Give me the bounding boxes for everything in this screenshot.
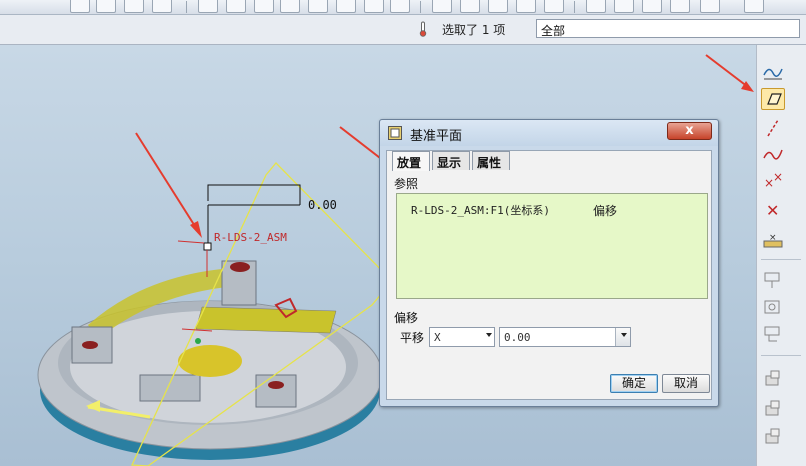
references-label: 参照 [394,177,419,191]
datum-curve-icon[interactable] [761,61,785,83]
assembly-b-icon[interactable] [761,397,785,419]
dialog-titlebar[interactable]: 基准平面 x [380,120,718,146]
thermometer-icon [419,21,427,37]
datum-plane-icon [767,93,782,105]
datum-point-icon[interactable]: ×× [761,171,785,193]
chevron-down-icon [621,333,627,337]
toolbar-button[interactable] [744,0,764,13]
toolbar-divider [420,1,421,13]
toolbar-button[interactable] [124,0,144,13]
selection-filter-value: 全部 [541,24,566,38]
toolbar-button[interactable] [152,0,172,13]
assembly-c-icon[interactable] [761,425,785,447]
svg-text:×: × [773,171,783,184]
toolbar-button[interactable] [70,0,90,13]
toolbar-button[interactable] [700,0,720,13]
toolbar-divider [574,1,575,13]
offset-value-dropdown[interactable] [615,328,630,346]
toolbar-button[interactable] [614,0,634,13]
toolbar-button[interactable] [642,0,662,13]
toolbar-divider [761,355,801,356]
feature-a-icon[interactable] [761,269,785,291]
toolbar-button[interactable] [488,0,508,13]
toolbar-button[interactable] [460,0,480,13]
chevron-down-icon [486,333,492,337]
toolbar-divider [186,1,187,13]
tab-label: 显示 [437,156,462,170]
analysis-icon[interactable]: × [761,229,785,251]
tab-placement[interactable]: 放置 [392,151,430,171]
toolbar-button[interactable] [96,0,116,13]
offset-value-text: 0.00 [504,331,531,344]
assembly-a-icon[interactable] [761,367,785,389]
toolbar-divider [761,259,801,260]
model-rib [139,374,201,402]
top-toolbar [0,0,806,15]
csys-axis [177,240,205,244]
offset-axis-value: X [434,331,441,344]
cancel-button-label: 取消 [673,376,698,390]
feature-c-icon[interactable] [761,323,785,345]
toolbar-button[interactable] [670,0,690,13]
offset-axis-select[interactable]: X [429,327,495,347]
close-button[interactable]: x [667,122,712,140]
dialog-app-icon [388,126,402,140]
model-strip [195,306,337,334]
svg-text:×: × [769,233,777,243]
offset-value-input[interactable]: 0.00 [499,327,631,347]
ok-button-label: 确定 [621,376,646,390]
reference-item[interactable]: R-LDS-2_ASM:F1(坐标系) [411,202,550,218]
toolbar-button[interactable] [516,0,536,13]
model-center-pad [178,345,242,377]
sketch-curve-icon[interactable] [761,143,785,165]
reference-constraint[interactable]: 偏移 [593,202,617,219]
model-hole [82,341,98,349]
model-hole [268,381,284,389]
toolbar-button[interactable] [308,0,328,13]
toolbar-button[interactable] [364,0,384,13]
toolbar-button[interactable] [544,0,564,13]
tab-properties[interactable]: 属性 [472,151,510,170]
toolbar-button[interactable] [198,0,218,13]
csys-label: R-LDS-2_ASM [214,231,287,244]
translate-label: 平移 [400,331,425,345]
close-icon: x [685,123,694,138]
tab-label: 属性 [477,156,502,170]
datum-plane-dialog: 基准平面 x 放置 显示 属性 参照 R-LDS-2_ASM:F1(坐标系) 偏… [379,119,719,407]
model-hole [230,262,250,272]
svg-text:✕: ✕ [766,201,779,220]
toolbar-button[interactable] [254,0,274,13]
toolbar-button[interactable] [226,0,246,13]
toolbar-button[interactable] [390,0,410,13]
toolbar-button[interactable] [280,0,300,13]
selection-count-text: 选取了 1 项 [442,23,506,37]
datum-plane-button[interactable] [761,88,785,110]
tab-label: 放置 [397,156,422,170]
offset-dimension-value[interactable]: 0.00 [308,198,337,212]
toolbar-button[interactable] [336,0,356,13]
right-feature-toolbar: × × ✕ × [756,45,806,466]
callout-arrow [705,54,749,88]
toolbar-button[interactable] [586,0,606,13]
tab-display[interactable]: 显示 [432,151,470,170]
callout-arrowhead [190,221,202,238]
datum-csys-icon[interactable]: ✕ [761,199,785,221]
selection-filter-select[interactable]: 全部 [536,19,800,38]
selection-status-bar: 选取了 1 项 全部 [0,15,806,45]
ok-button[interactable]: 确定 [610,374,658,393]
drag-handle[interactable] [203,242,212,251]
references-list[interactable]: R-LDS-2_ASM:F1(坐标系) 偏移 [396,193,708,299]
callout-arrow [135,132,199,232]
cancel-button[interactable]: 取消 [662,374,710,393]
toolbar-button[interactable] [432,0,452,13]
dialog-title: 基准平面 [410,129,463,144]
feature-b-icon[interactable] [761,297,785,319]
csys-origin [195,338,201,344]
model-boss [255,374,297,408]
offset-section-label: 偏移 [394,311,419,325]
datum-axis-icon[interactable] [761,117,785,139]
